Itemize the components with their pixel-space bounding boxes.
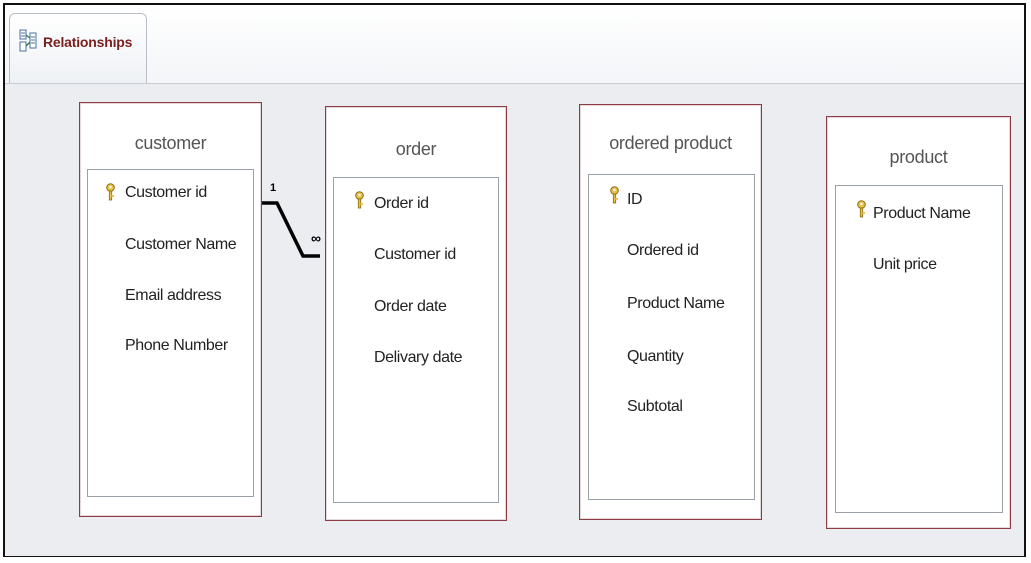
table-ordered-product[interactable]: ordered product ID Ordered id Product Na…: [579, 104, 762, 520]
relationships-icon: [19, 29, 37, 52]
document-tab-strip: Relationships: [5, 5, 1024, 83]
table-title: order: [395, 139, 437, 159]
primary-key-icon: [857, 200, 866, 218]
relationship-many-label: ∞: [311, 230, 321, 246]
field-row[interactable]: Customer id: [374, 244, 456, 266]
field-row[interactable]: Product Name: [627, 293, 725, 315]
field-row[interactable]: Customer id: [125, 182, 207, 204]
relationships-window: Relationships 1 ∞ customer Customer id C…: [3, 3, 1026, 557]
field-row[interactable]: Order id: [374, 193, 429, 215]
field-list[interactable]: Order id Customer id Order date Delivary…: [333, 177, 499, 503]
table-customer[interactable]: customer Customer id Customer Name Email…: [79, 102, 262, 517]
field-row[interactable]: Product Name: [873, 203, 971, 225]
primary-key-icon: [610, 186, 619, 204]
relationship-line[interactable]: [255, 174, 335, 264]
primary-key-icon: [355, 191, 364, 209]
table-title: ordered product: [609, 133, 732, 153]
table-title: product: [889, 147, 948, 167]
field-row[interactable]: Quantity: [627, 346, 684, 368]
table-product[interactable]: product Product Name Unit price: [826, 116, 1011, 529]
field-list[interactable]: ID Ordered id Product Name Quantity Subt…: [588, 174, 755, 500]
field-row[interactable]: Delivary date: [374, 347, 463, 369]
field-row[interactable]: ID: [627, 189, 643, 211]
field-row[interactable]: Customer Name: [125, 234, 237, 256]
primary-key-icon: [106, 183, 115, 201]
table-title: customer: [134, 133, 207, 153]
field-row[interactable]: Subtotal: [627, 396, 683, 418]
relationships-canvas[interactable]: 1 ∞ customer Customer id Customer Name E…: [5, 83, 1024, 556]
field-row[interactable]: Phone Number: [125, 335, 228, 357]
tab-label: Relationships: [43, 34, 133, 50]
field-list[interactable]: Product Name Unit price: [835, 185, 1003, 513]
field-row[interactable]: Ordered id: [627, 240, 699, 262]
field-row[interactable]: Email address: [125, 285, 222, 307]
field-list[interactable]: Customer id Customer Name Email address …: [87, 169, 254, 497]
field-row[interactable]: Order date: [374, 296, 447, 318]
table-order[interactable]: order Order id Customer id Order date De…: [325, 106, 507, 521]
relationship-one-label: 1: [270, 182, 277, 194]
field-row[interactable]: Unit price: [873, 254, 937, 276]
tab-relationships[interactable]: Relationships: [9, 13, 147, 83]
